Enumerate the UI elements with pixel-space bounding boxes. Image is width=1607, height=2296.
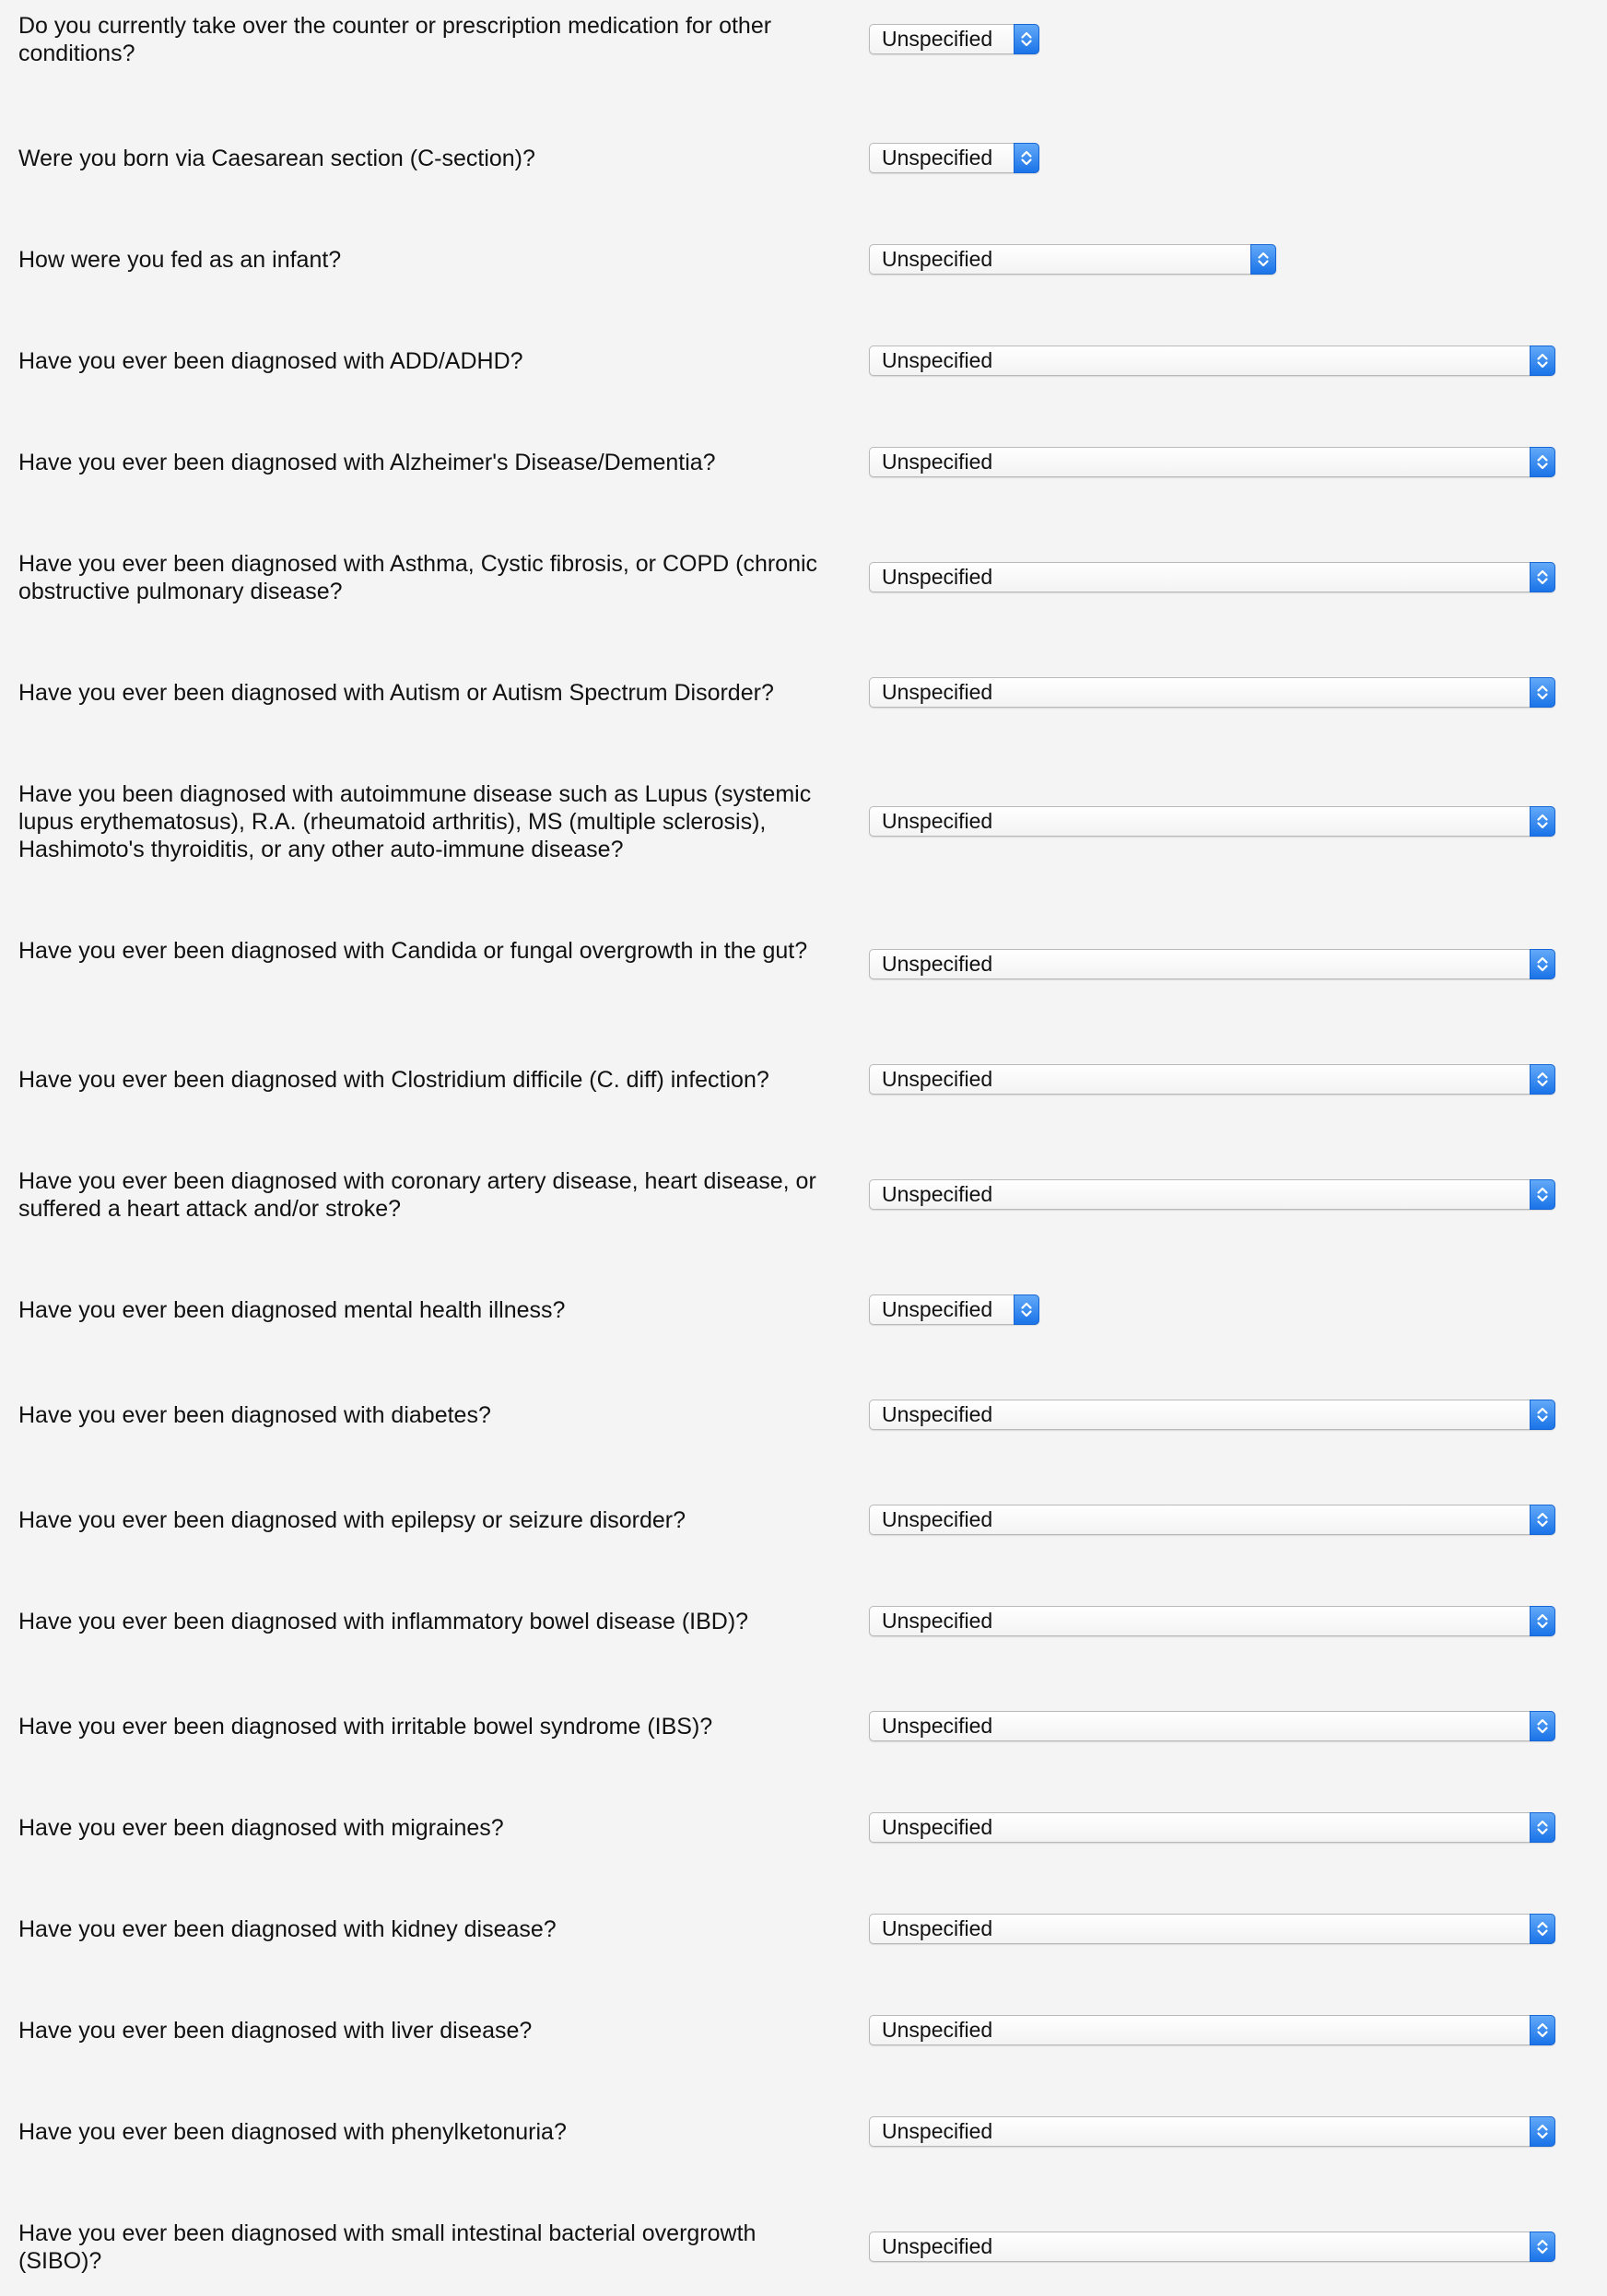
chevron-up-down-icon[interactable] bbox=[1250, 244, 1276, 275]
answer-select[interactable]: Unspecified bbox=[869, 1812, 1555, 1843]
select-value: Unspecified bbox=[882, 247, 993, 271]
question-label: Have you ever been diagnosed with inflam… bbox=[18, 1609, 749, 1634]
answer-select[interactable]: Unspecified bbox=[869, 562, 1555, 592]
question-label: Have you ever been diagnosed with Clostr… bbox=[18, 1067, 769, 1093]
chevron-up-down-icon[interactable] bbox=[1530, 346, 1555, 376]
question-label: Have you ever been diagnosed with diabet… bbox=[18, 1402, 491, 1428]
select-value: Unspecified bbox=[882, 2018, 993, 2042]
question-label: How were you fed as an infant? bbox=[18, 247, 342, 273]
select-value: Unspecified bbox=[882, 1182, 993, 1206]
select-value: Unspecified bbox=[882, 2234, 993, 2258]
select-value: Unspecified bbox=[882, 450, 993, 474]
answer-select[interactable]: Unspecified bbox=[869, 24, 1039, 54]
question-label: Have you ever been diagnosed with epilep… bbox=[18, 1507, 686, 1533]
question-label: Have you ever been diagnosed with migrai… bbox=[18, 1815, 504, 1841]
chevron-up-down-icon[interactable] bbox=[1530, 447, 1555, 477]
answer-select[interactable]: Unspecified bbox=[869, 1064, 1555, 1095]
answer-select[interactable]: Unspecified bbox=[869, 2116, 1555, 2147]
answer-select[interactable]: Unspecified bbox=[869, 806, 1555, 837]
medical-history-form: Do you currently take over the counter o… bbox=[0, 0, 1607, 2296]
question-label: Have you been diagnosed with autoimmune … bbox=[18, 781, 812, 862]
select-value: Unspecified bbox=[882, 565, 993, 589]
question-label: Have you ever been diagnosed with Autism… bbox=[18, 680, 774, 706]
chevron-up-down-icon[interactable] bbox=[1530, 1179, 1555, 1210]
chevron-up-down-icon[interactable] bbox=[1530, 1064, 1555, 1095]
answer-select[interactable]: Unspecified bbox=[869, 1400, 1555, 1430]
answer-select[interactable]: Unspecified bbox=[869, 143, 1039, 173]
answer-select[interactable]: Unspecified bbox=[869, 677, 1555, 708]
select-value: Unspecified bbox=[882, 27, 993, 51]
question-label: Have you ever been diagnosed with small … bbox=[18, 2220, 757, 2274]
select-value: Unspecified bbox=[882, 2119, 993, 2143]
answer-select[interactable]: Unspecified bbox=[869, 1606, 1555, 1636]
question-label: Have you ever been diagnosed with irrita… bbox=[18, 1714, 713, 1740]
chevron-up-down-icon[interactable] bbox=[1530, 2232, 1555, 2262]
select-value: Unspecified bbox=[882, 1609, 993, 1633]
select-value: Unspecified bbox=[882, 1297, 993, 1321]
select-value: Unspecified bbox=[882, 348, 993, 372]
chevron-up-down-icon[interactable] bbox=[1530, 806, 1555, 837]
question-label: Have you ever been diagnosed with liver … bbox=[18, 2018, 533, 2044]
answer-select[interactable]: Unspecified bbox=[869, 2232, 1555, 2262]
select-value: Unspecified bbox=[882, 680, 993, 704]
chevron-up-down-icon[interactable] bbox=[1530, 2116, 1555, 2147]
question-label: Were you born via Caesarean section (C-s… bbox=[18, 146, 535, 171]
answer-select[interactable]: Unspecified bbox=[869, 949, 1555, 979]
answer-select[interactable]: Unspecified bbox=[869, 1914, 1555, 1944]
chevron-up-down-icon[interactable] bbox=[1530, 2015, 1555, 2045]
chevron-up-down-icon[interactable] bbox=[1530, 677, 1555, 708]
answer-select[interactable]: Unspecified bbox=[869, 1505, 1555, 1535]
chevron-up-down-icon[interactable] bbox=[1530, 1400, 1555, 1430]
answer-select[interactable]: Unspecified bbox=[869, 1711, 1555, 1741]
select-value: Unspecified bbox=[882, 1067, 993, 1091]
question-label: Have you ever been diagnosed with corona… bbox=[18, 1168, 816, 1222]
select-value: Unspecified bbox=[882, 1815, 993, 1839]
question-label: Have you ever been diagnosed with kidney… bbox=[18, 1916, 557, 1942]
chevron-up-down-icon[interactable] bbox=[1530, 1812, 1555, 1843]
chevron-up-down-icon[interactable] bbox=[1530, 1914, 1555, 1944]
chevron-up-down-icon[interactable] bbox=[1530, 1505, 1555, 1535]
question-label: Have you ever been diagnosed with Alzhei… bbox=[18, 450, 716, 475]
answer-select[interactable]: Unspecified bbox=[869, 1294, 1039, 1325]
question-label: Have you ever been diagnosed with phenyl… bbox=[18, 2119, 567, 2145]
chevron-up-down-icon[interactable] bbox=[1530, 1606, 1555, 1636]
answer-select[interactable]: Unspecified bbox=[869, 1179, 1555, 1210]
chevron-up-down-icon[interactable] bbox=[1530, 562, 1555, 592]
select-value: Unspecified bbox=[882, 1714, 993, 1738]
chevron-up-down-icon[interactable] bbox=[1014, 1294, 1039, 1325]
select-value: Unspecified bbox=[882, 1507, 993, 1531]
chevron-up-down-icon[interactable] bbox=[1014, 24, 1039, 54]
question-label: Have you ever been diagnosed with Asthma… bbox=[18, 551, 818, 604]
answer-select[interactable]: Unspecified bbox=[869, 2015, 1555, 2045]
answer-select[interactable]: Unspecified bbox=[869, 244, 1276, 275]
question-label: Have you ever been diagnosed with Candid… bbox=[18, 938, 808, 964]
answer-select[interactable]: Unspecified bbox=[869, 447, 1555, 477]
select-value: Unspecified bbox=[882, 809, 993, 833]
question-label: Have you ever been diagnosed with ADD/AD… bbox=[18, 348, 523, 374]
answer-select[interactable]: Unspecified bbox=[869, 346, 1555, 376]
question-label: Have you ever been diagnosed mental heal… bbox=[18, 1297, 566, 1323]
chevron-up-down-icon[interactable] bbox=[1530, 949, 1555, 979]
select-value: Unspecified bbox=[882, 146, 993, 170]
chevron-up-down-icon[interactable] bbox=[1530, 1711, 1555, 1741]
select-value: Unspecified bbox=[882, 1916, 993, 1940]
question-label: Do you currently take over the counter o… bbox=[18, 13, 772, 66]
select-value: Unspecified bbox=[882, 952, 993, 976]
chevron-up-down-icon[interactable] bbox=[1014, 143, 1039, 173]
select-value: Unspecified bbox=[882, 1402, 993, 1426]
